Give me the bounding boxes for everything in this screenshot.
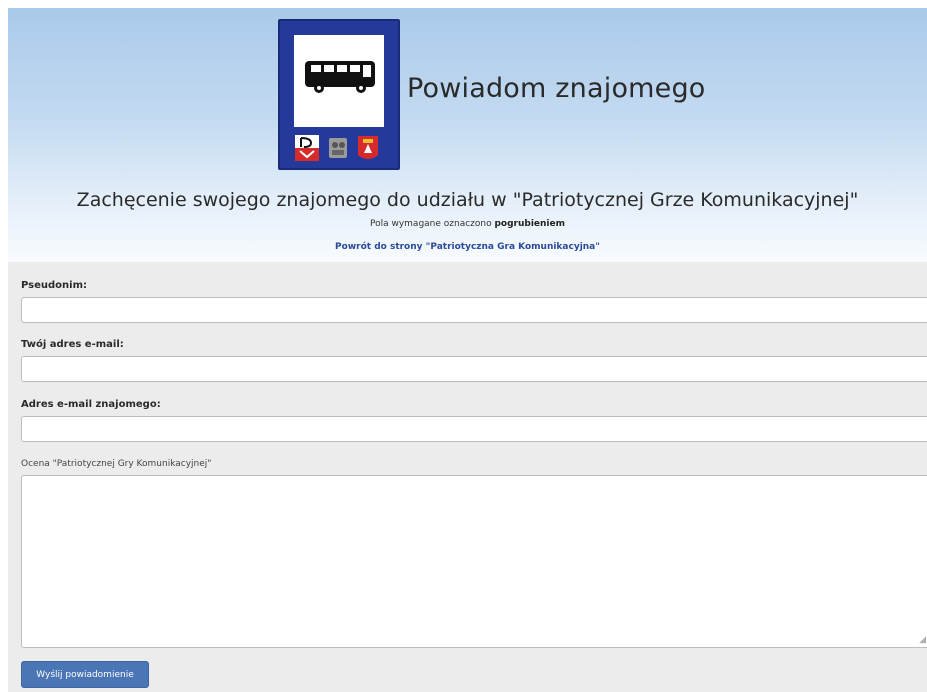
your-email-label: Twój adres e-mail: (21, 339, 124, 350)
required-fields-note: Pola wymagane oznaczono pogrubieniem (8, 219, 927, 229)
required-note-text: Pola wymagane oznaczono (369, 219, 495, 229)
bus-stop-sign-logo (278, 19, 400, 170)
page-header: Powiadom znajomego Zachęcenie swojego zn… (8, 8, 927, 263)
nickname-input[interactable] (21, 297, 927, 323)
your-email-input[interactable] (21, 356, 927, 382)
resize-handle-icon[interactable]: ◢ (919, 636, 926, 645)
bus-icon (305, 61, 375, 93)
sign-white-panel (294, 35, 384, 127)
back-to-game-link[interactable]: Powrót do strony "Patriotyczna Gra Komun… (8, 242, 927, 252)
rating-textarea[interactable]: ◢ (21, 475, 927, 648)
friend-email-label: Adres e-mail znajomego: (21, 399, 161, 410)
page-subtitle: Zachęcenie swojego znajomego do udziału … (76, 189, 859, 211)
page-title: Powiadom znajomego (407, 73, 706, 104)
emblems-icon (295, 135, 378, 161)
rating-label: Ocena "Patriotycznej Gry Komunikacyjnej" (21, 459, 212, 469)
send-notification-button[interactable]: Wyślij powiadomienie (21, 661, 149, 688)
required-note-emphasis: pogrubieniem (494, 219, 566, 229)
friend-email-input[interactable] (21, 416, 927, 442)
page: Powiadom znajomego Zachęcenie swojego zn… (0, 0, 927, 692)
notify-friend-form: Pseudonim: Twój adres e-mail: Adres e-ma… (8, 262, 927, 692)
nickname-label: Pseudonim: (21, 280, 88, 291)
